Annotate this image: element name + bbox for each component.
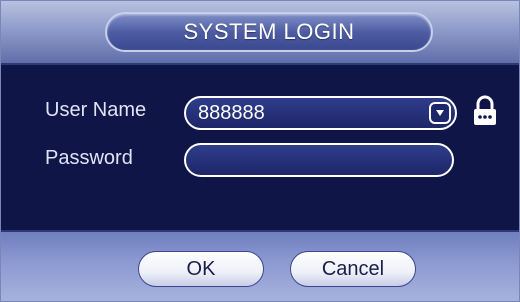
button-bar: OK Cancel [1,230,519,301]
lock-icon[interactable] [471,95,499,127]
dropdown-button[interactable] [429,102,451,124]
chevron-down-icon [436,110,444,116]
username-select[interactable]: 888888 [184,96,457,130]
username-value: 888888 [198,101,265,124]
title-bar: SYSTEM LOGIN [1,1,519,65]
dialog-title: SYSTEM LOGIN [183,19,355,44]
password-label: Password [45,147,133,169]
form-area: User Name 888888 Password [1,65,519,230]
cancel-button[interactable]: Cancel [290,251,416,287]
title-pill: SYSTEM LOGIN [105,12,433,52]
password-field[interactable] [184,143,454,177]
ok-button[interactable]: OK [138,251,264,287]
username-label: User Name [45,99,147,121]
login-dialog: SYSTEM LOGIN User Name 888888 Password O… [0,0,520,302]
